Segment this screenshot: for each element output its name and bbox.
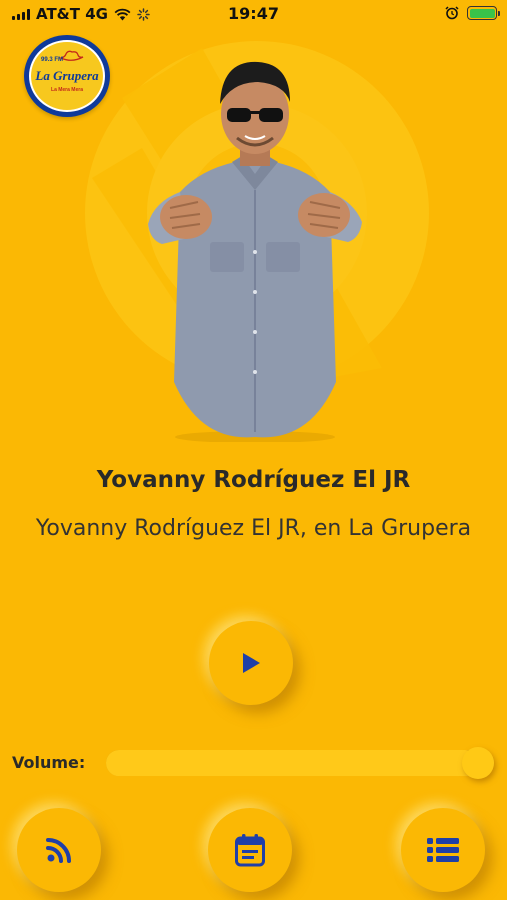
volume-slider[interactable] <box>106 747 495 779</box>
status-time: 19:47 <box>228 4 279 23</box>
station-frequency: 99.3 FM <box>41 57 64 63</box>
battery-icon <box>467 6 500 20</box>
alarm-icon <box>445 6 459 20</box>
volume-label: Volume: <box>12 753 86 772</box>
calendar-icon <box>235 834 265 867</box>
volume-fill <box>106 750 479 776</box>
list-button[interactable] <box>401 808 485 892</box>
rss-icon <box>46 838 71 863</box>
list-icon <box>427 838 459 862</box>
play-icon <box>243 653 260 673</box>
artist-photo <box>148 61 362 442</box>
song-title: Yovanny Rodríguez El JR <box>96 467 411 493</box>
rss-button[interactable] <box>17 808 101 892</box>
play-button[interactable] <box>209 621 293 705</box>
status-right <box>445 6 500 20</box>
volume-thumb[interactable] <box>462 747 495 779</box>
schedule-button[interactable] <box>208 808 292 892</box>
status-bar: AT&T 4G 19:47 <box>0 0 507 30</box>
song-subtitle: Yovanny Rodríguez El JR, en La Grupera <box>35 516 472 541</box>
